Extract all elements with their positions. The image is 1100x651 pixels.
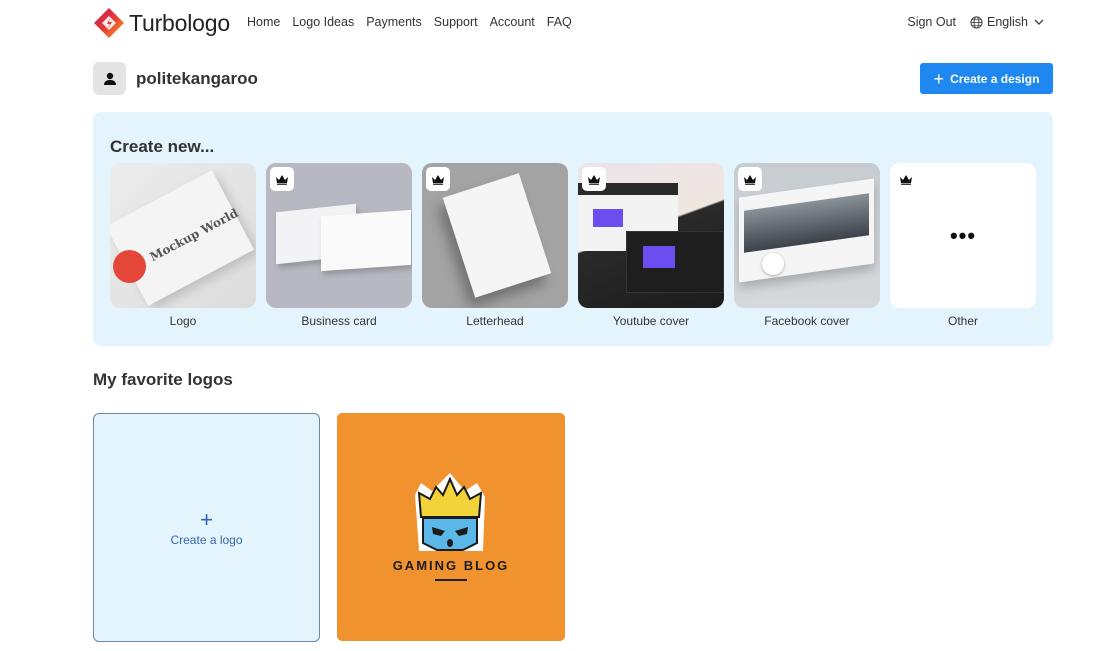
premium-crown-badge: [738, 167, 762, 191]
nav-home[interactable]: Home: [247, 15, 280, 29]
brand-logo-link[interactable]: Turbologo: [93, 7, 230, 39]
user-icon: [103, 72, 116, 85]
template-thumbnail: •••: [890, 163, 1036, 308]
crown-icon: [432, 174, 444, 185]
top-header: Turbologo Home Logo Ideas Payments Suppo…: [0, 0, 1100, 46]
template-thumbnail: Mockup World: [110, 163, 256, 308]
business-card-mock: [321, 209, 411, 272]
logo-underline: [435, 579, 467, 581]
premium-crown-badge: [426, 167, 450, 191]
username: politekangaroo: [136, 68, 258, 88]
template-thumbnail: [266, 163, 412, 308]
language-label: English: [987, 15, 1028, 29]
brand-name: Turbologo: [129, 9, 230, 36]
mockup-red-dot: [113, 250, 146, 283]
template-business-card[interactable]: Business card: [266, 163, 412, 328]
language-selector[interactable]: English: [970, 15, 1048, 29]
letterhead-paper: [442, 173, 552, 298]
globe-icon: [970, 15, 983, 29]
profile-circle: [762, 253, 784, 275]
template-label: Facebook cover: [764, 314, 850, 328]
youtube-window-dark: [626, 231, 724, 293]
avatar: [93, 62, 126, 95]
turbologo-logo-icon: [94, 8, 124, 38]
template-label: Letterhead: [466, 314, 524, 328]
crowned-skull-mascot-icon: [415, 473, 485, 551]
premium-crown-badge: [894, 167, 918, 191]
template-thumbnail: [734, 163, 880, 308]
create-new-title: Create new...: [110, 137, 215, 156]
main-nav: Home Logo Ideas Payments Support Account…: [247, 15, 584, 29]
crown-icon: [900, 174, 912, 185]
premium-crown-badge: [270, 167, 294, 191]
create-logo-label: Create a logo: [170, 532, 243, 547]
crown-icon: [276, 174, 288, 185]
template-youtube-cover[interactable]: Youtube cover: [578, 163, 724, 328]
nav-payments[interactable]: Payments: [366, 15, 422, 29]
create-design-label: Create a design: [950, 71, 1040, 86]
favorites-title: My favorite logos: [93, 370, 233, 389]
template-label: Logo: [169, 314, 197, 328]
create-design-button[interactable]: + Create a design: [920, 63, 1053, 94]
template-label: Youtube cover: [612, 314, 690, 328]
create-logo-card[interactable]: + Create a logo: [93, 413, 320, 642]
header-right: Sign Out English: [907, 15, 1048, 29]
template-list: Mockup World Logo Business card Letterhe: [110, 163, 1036, 328]
nav-faq[interactable]: FAQ: [547, 15, 572, 29]
sign-out-link[interactable]: Sign Out: [907, 15, 956, 29]
template-label: Other: [947, 314, 978, 328]
template-facebook-cover[interactable]: Facebook cover: [734, 163, 880, 328]
template-letterhead[interactable]: Letterhead: [422, 163, 568, 328]
favorite-logo-name: GAMING BLOG: [392, 558, 510, 573]
template-label: Business card: [301, 314, 377, 328]
template-other[interactable]: ••• Other: [890, 163, 1036, 328]
crown-icon: [744, 174, 756, 185]
template-logo[interactable]: Mockup World Logo: [110, 163, 256, 328]
facebook-screen: [739, 178, 874, 283]
favorite-logo-card[interactable]: GAMING BLOG: [337, 413, 565, 641]
user-row: politekangaroo: [93, 62, 258, 95]
nav-account[interactable]: Account: [490, 15, 535, 29]
plus-icon: +: [933, 68, 945, 89]
template-thumbnail: [578, 163, 724, 308]
plus-icon: +: [200, 506, 213, 532]
create-new-panel: Create new... Mockup World Logo Business…: [93, 112, 1053, 346]
more-dots-icon: •••: [949, 223, 977, 248]
template-thumbnail: [422, 163, 568, 308]
crown-icon: [588, 174, 600, 185]
nav-logo-ideas[interactable]: Logo Ideas: [292, 15, 354, 29]
nav-support[interactable]: Support: [434, 15, 478, 29]
premium-crown-badge: [582, 167, 606, 191]
city-cover-image: [744, 193, 869, 253]
chevron-down-icon: [1034, 19, 1044, 25]
